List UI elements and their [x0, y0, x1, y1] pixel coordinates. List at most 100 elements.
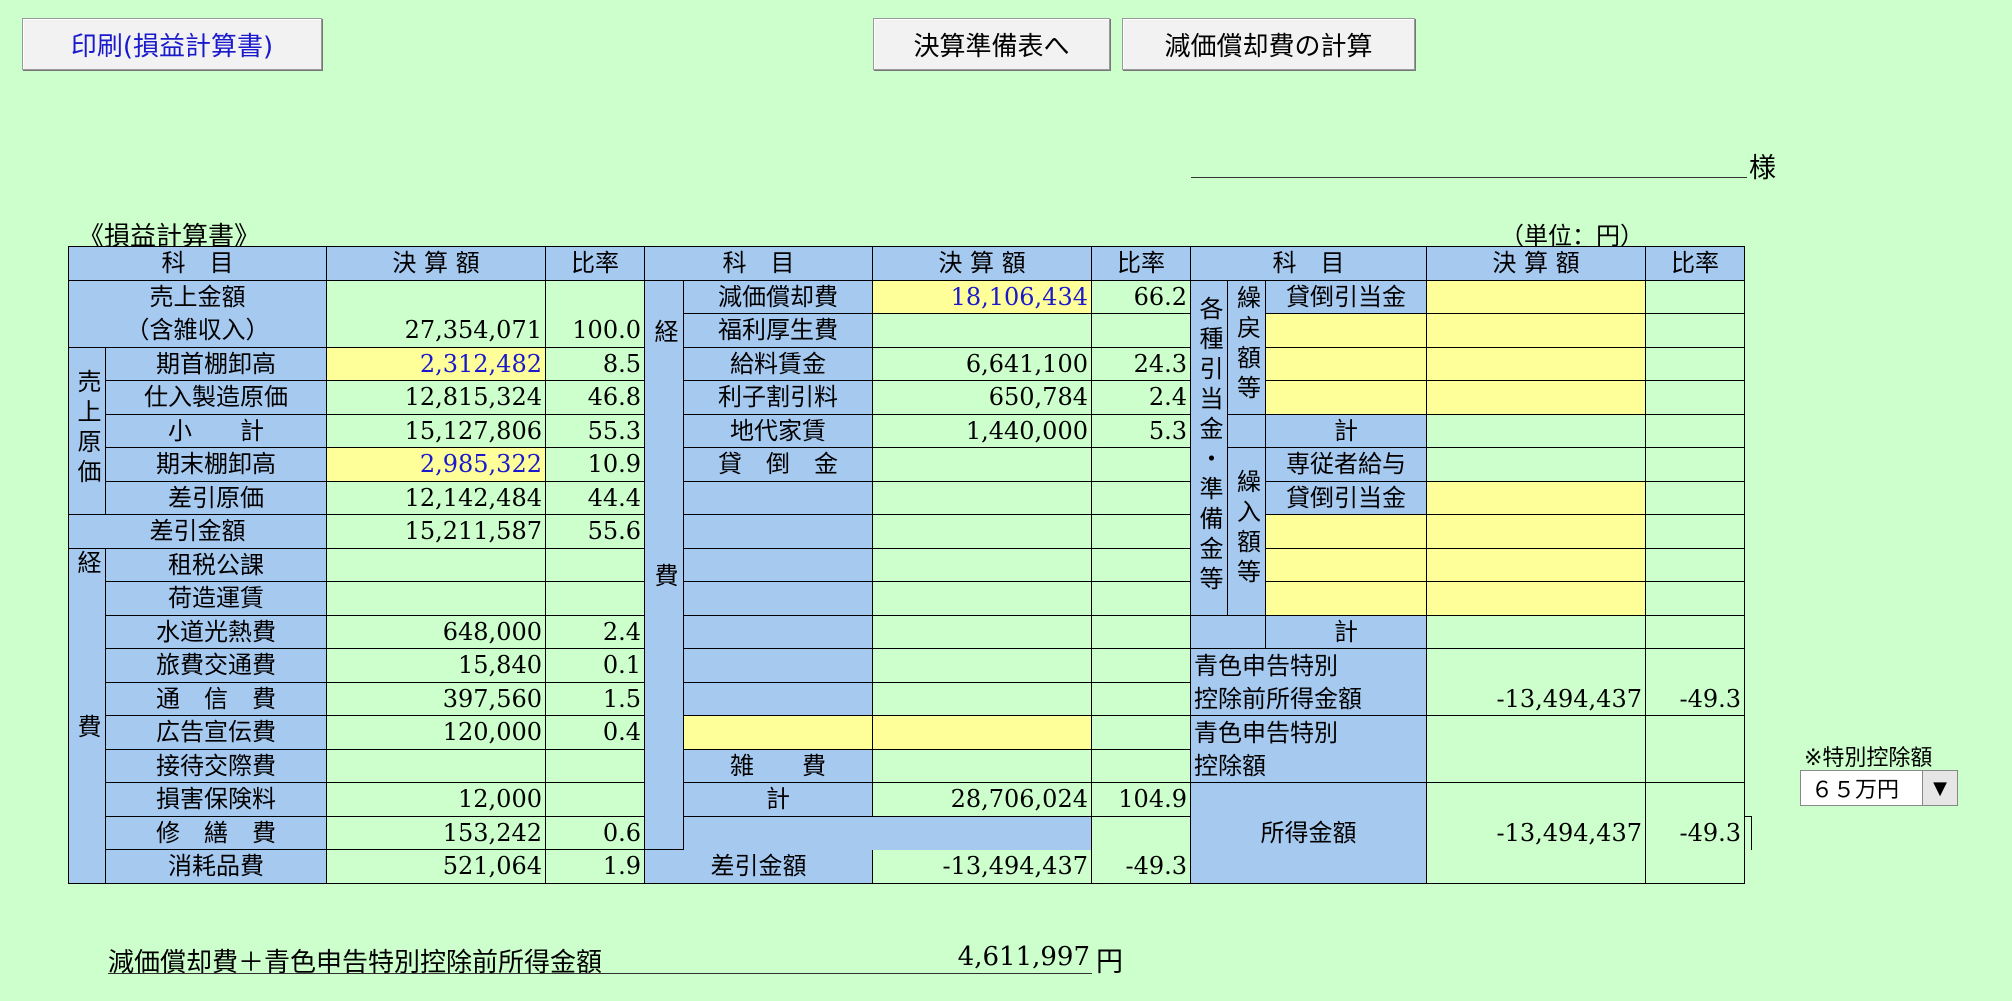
income-amount: -13,494,437	[1426, 782, 1646, 884]
mid-blank-4-amount[interactable]	[872, 581, 1092, 616]
entertainment-label: 接待交際費	[105, 748, 327, 783]
subtotal-amount: 15,127,806	[326, 413, 546, 448]
mid-blank-5-ratio	[1091, 614, 1191, 649]
family-wage-amount[interactable]	[1426, 447, 1646, 482]
dropdown-arrow-icon[interactable]: ▼	[1922, 771, 1957, 805]
special-deduction-select[interactable]: ６５万円 ▼	[1800, 770, 1958, 806]
goto-prep-sheet-button[interactable]: 決算準備表へ	[873, 18, 1110, 70]
mid-blank-6-amount[interactable]	[872, 648, 1092, 683]
footer-underline	[108, 973, 1092, 974]
blue-pre-ratio-top	[1645, 648, 1745, 682]
repair-ratio: 0.6	[545, 815, 645, 850]
reversal-item-4-amount[interactable]	[1426, 380, 1646, 415]
transfer-item-5-label[interactable]	[1265, 581, 1427, 616]
closing-inventory-amount[interactable]: 2,985,322	[326, 447, 546, 482]
reversal-item-3-amount[interactable]	[1426, 346, 1646, 381]
blue-pre-ratio: -49.3	[1645, 682, 1745, 716]
reversal-item-2-ratio	[1645, 313, 1745, 348]
baddebt-amount[interactable]	[872, 447, 1092, 482]
transfer-total-amount	[1426, 614, 1646, 649]
transfer-item-4-ratio	[1645, 547, 1745, 582]
depreciation-amount[interactable]: 18,106,434	[872, 279, 1092, 314]
blue-ded-ratio	[1645, 749, 1745, 783]
utility-amount: 648,000	[326, 614, 546, 649]
net-income-ratio: -49.3	[1091, 849, 1191, 884]
freight-ratio	[545, 581, 645, 616]
gross-profit-amount: 15,211,587	[326, 514, 546, 549]
reversal-allowance-label: 貸倒引当金	[1265, 279, 1427, 314]
closing-inventory-label: 期末棚卸高	[105, 447, 327, 482]
mid-expense-group: 経費	[644, 279, 684, 850]
reversal-item-2-amount[interactable]	[1426, 313, 1646, 348]
col-subject-1: 科 目	[68, 246, 327, 281]
misc-amount[interactable]	[872, 748, 1092, 783]
communication-amount: 397,560	[326, 681, 546, 716]
sales-ratio: 100.0	[545, 313, 645, 348]
transfer-item-5-amount[interactable]	[1426, 581, 1646, 616]
welfare-amount[interactable]	[872, 313, 1092, 348]
sales-ratio-top	[545, 279, 645, 314]
tax-amount[interactable]	[326, 547, 546, 582]
interest-amount: 650,784	[872, 380, 1092, 415]
misc-label: 雑 費	[683, 748, 873, 783]
mid-blank-4-label[interactable]	[683, 581, 873, 616]
mid-blank-3-label[interactable]	[683, 547, 873, 582]
freight-amount[interactable]	[326, 581, 546, 616]
mid-blank-1-amount[interactable]	[872, 480, 1092, 515]
net-cogs-amount: 12,142,484	[326, 480, 546, 515]
salary-ratio: 24.3	[1091, 346, 1191, 381]
insurance-ratio	[545, 782, 645, 817]
col-subject-3: 科 目	[1190, 246, 1427, 281]
sama-label: 様	[1749, 153, 1776, 184]
mid-blank-7-label[interactable]	[683, 681, 873, 716]
mid-blank-2-amount[interactable]	[872, 514, 1092, 549]
reversal-item-3-label[interactable]	[1265, 346, 1427, 381]
reversal-allowance-amount[interactable]	[1426, 279, 1646, 314]
blue-pre-amount-top	[1426, 648, 1646, 682]
reversal-item-4-label[interactable]	[1265, 380, 1427, 415]
mid-blank-7-amount[interactable]	[872, 681, 1092, 716]
mid-custom-amount[interactable]	[872, 715, 1092, 750]
mid-total-amount: 28,706,024	[872, 782, 1092, 817]
blue-pre-label-1: 青色申告特別	[1190, 648, 1427, 682]
welfare-ratio	[1091, 313, 1191, 348]
insurance-amount: 12,000	[326, 782, 546, 817]
entertainment-amount[interactable]	[326, 748, 546, 783]
name-input-line[interactable]	[1191, 177, 1747, 178]
closing-inventory-ratio: 10.9	[545, 447, 645, 482]
mid-blank-5-amount[interactable]	[872, 614, 1092, 649]
communication-label: 通 信 費	[105, 681, 327, 716]
depreciation-calc-button[interactable]: 減価償却費の計算	[1122, 18, 1415, 70]
mid-blank-1-label[interactable]	[683, 480, 873, 515]
special-deduction-note: ※特別控除額	[1804, 746, 1933, 771]
mid-blank-3-ratio	[1091, 547, 1191, 582]
communication-ratio: 1.5	[545, 681, 645, 716]
transfer-item-4-amount[interactable]	[1426, 547, 1646, 582]
mid-custom-label[interactable]	[683, 715, 873, 750]
mid-total-label: 計	[683, 782, 873, 817]
transfer-allowance-label: 貸倒引当金	[1265, 480, 1427, 515]
reversal-item-2-label[interactable]	[1265, 313, 1427, 348]
transfer-item-3-amount[interactable]	[1426, 514, 1646, 549]
transfer-item-3-label[interactable]	[1265, 514, 1427, 549]
opening-inventory-amount[interactable]: 2,312,482	[326, 346, 546, 381]
reversal-item-3-ratio	[1645, 346, 1745, 381]
cogs-group: 売上原価	[68, 346, 106, 515]
transfer-allowance-amount[interactable]	[1426, 480, 1646, 515]
tax-ratio	[545, 547, 645, 582]
blue-ded-label-2: 控除額	[1190, 749, 1427, 783]
reversal-total-spacer	[1227, 413, 1266, 448]
footer-unit: 円	[1096, 947, 1123, 978]
net-income-label-top	[683, 815, 1092, 850]
blue-ded-label-1: 青色申告特別	[1190, 715, 1427, 749]
mid-blank-5-label[interactable]	[683, 614, 873, 649]
print-pl-button[interactable]: 印刷(損益計算書)	[22, 18, 322, 70]
travel-label: 旅費交通費	[105, 648, 327, 683]
mid-blank-2-label[interactable]	[683, 514, 873, 549]
travel-amount: 15,840	[326, 648, 546, 683]
purchase-label: 仕入製造原価	[105, 380, 327, 415]
transfer-item-4-label[interactable]	[1265, 547, 1427, 582]
mid-blank-4-ratio	[1091, 581, 1191, 616]
mid-blank-3-amount[interactable]	[872, 547, 1092, 582]
mid-blank-6-label[interactable]	[683, 648, 873, 683]
